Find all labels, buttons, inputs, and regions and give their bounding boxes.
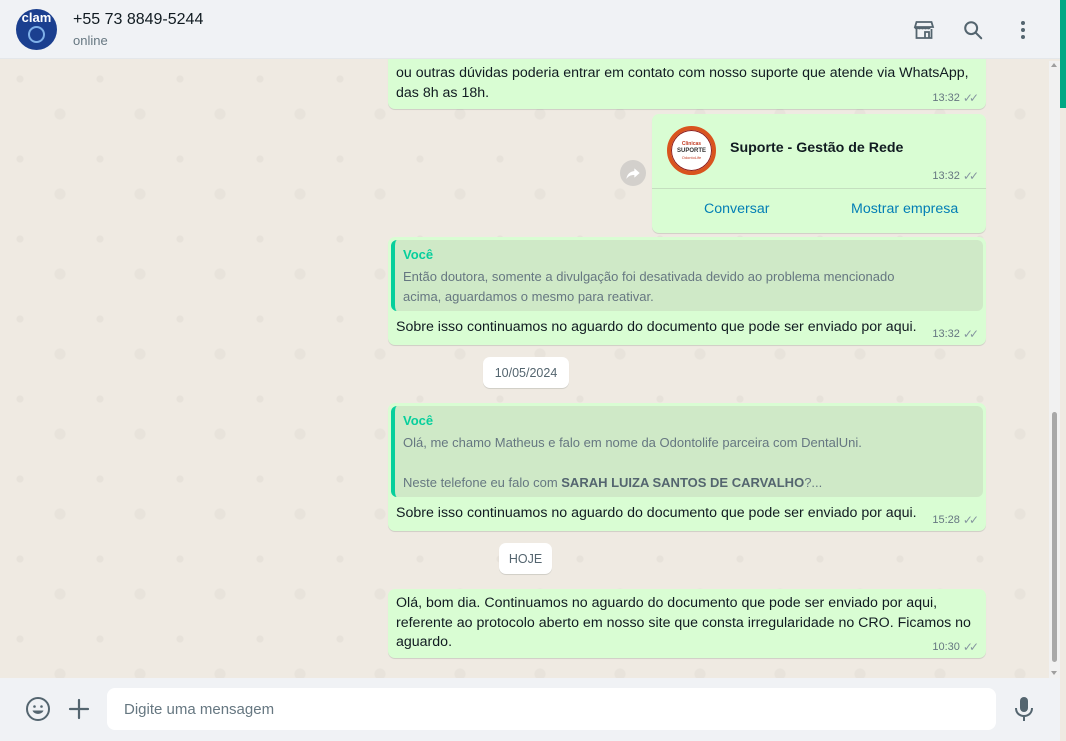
double-check-icon: ✓✓ [962,91,979,105]
double-check-icon: ✓✓ [962,513,979,527]
double-check-icon: ✓✓ [962,327,979,341]
scroll-up-arrow-icon[interactable] [1051,63,1057,67]
contact-name[interactable]: +55 73 8849-5244 [73,11,203,29]
message-meta: 13:32 ✓✓ [932,91,979,105]
chat-scrollbar[interactable] [1049,61,1060,678]
message-input[interactable] [107,688,996,730]
quoted-text: Neste telefone eu falo com [403,475,562,490]
emoji-icon[interactable] [24,695,52,723]
message-text: ou outras dúvidas poderia entrar em cont… [396,65,969,81]
message-meta: 15:28 ✓✓ [932,513,979,527]
quoted-text: Olá, me chamo Matheus e falo em nome da … [403,435,862,450]
microphone-icon[interactable] [1010,695,1038,723]
message-time: 13:32 [932,328,960,340]
double-check-icon: ✓✓ [962,640,979,654]
window-accent-bar [1060,0,1066,108]
avatar-logo-ring [28,26,45,43]
avatar-label: clam [21,10,52,25]
quoted-text-line: Neste telefone eu falo com SARAH LUIZA S… [403,473,822,493]
store-icon[interactable] [911,17,937,43]
chat-header[interactable]: clam +55 73 8849-5244 online [0,0,1060,59]
quoted-message[interactable]: Você Então doutora, somente a divulgação… [391,240,983,311]
message-bubble[interactable]: ou outras dúvidas poderia entrar em cont… [388,59,986,109]
message-time: 13:32 [932,170,960,182]
show-business-button[interactable]: Mostrar empresa [851,201,958,217]
logo-text: Clinicas [681,141,702,147]
quoted-message[interactable]: Você Olá, me chamo Matheus e falo em nom… [391,406,983,497]
conversation-panel[interactable]: ou outras dúvidas poderia entrar em cont… [0,59,1060,678]
message-text: referente ao protocolo aberto em nosso s… [396,614,971,631]
forward-icon [626,168,640,179]
business-card-title[interactable]: Suporte - Gestão de Rede [730,140,903,156]
message-text: Sobre isso continuamos no aguardo do doc… [396,319,917,335]
scrollbar-thumb[interactable] [1052,412,1057,662]
double-check-icon: ✓✓ [962,169,979,183]
date-separator: 10/05/2024 [483,357,569,388]
message-meta: 13:32 ✓✓ [932,169,979,183]
message-time: 13:32 [932,92,960,104]
logo-text: OdontoLife [681,155,702,160]
message-text: das 8h as 18h. [396,84,490,101]
quoted-text: acima, aguardamos o mesmo para reativar. [403,289,654,304]
menu-icon[interactable] [1010,17,1036,43]
card-divider [652,188,986,189]
message-meta: 10:30 ✓✓ [932,640,979,654]
search-icon[interactable] [960,17,986,43]
message-time: 15:28 [932,514,960,526]
compose-bar [0,678,1060,741]
message-text: aguardo. [396,634,453,650]
forward-button[interactable] [620,160,646,186]
quoted-contact-name: SARAH LUIZA SANTOS DE CARVALHO [561,475,805,490]
scroll-down-arrow-icon[interactable] [1051,671,1057,675]
quoted-author: Você [403,247,434,262]
quoted-author: Você [403,413,434,428]
business-logo: Clinicas SUPORTE OdontoLife [667,126,716,175]
message-text: Sobre isso continuamos no aguardo do doc… [396,505,917,521]
quoted-text: Então doutora, somente a divulgação foi … [403,269,895,284]
message-bubble[interactable]: Olá, bom dia. Continuamos no aguardo do … [388,589,986,658]
message-bubble[interactable]: Você Olá, me chamo Matheus e falo em nom… [388,403,986,531]
business-card-message[interactable]: Clinicas SUPORTE OdontoLife Suporte - Ge… [652,114,986,233]
conversar-button[interactable]: Conversar [704,201,769,217]
contact-status: online [73,33,108,48]
message-time: 10:30 [932,641,960,653]
logo-text: SUPORTE [676,148,706,154]
quoted-text: ?... [804,475,823,490]
message-meta: 13:32 ✓✓ [932,327,979,341]
avatar[interactable]: clam [16,9,57,50]
date-separator: HOJE [499,543,552,574]
message-bubble[interactable]: Você Então doutora, somente a divulgação… [388,237,986,345]
message-text: Olá, bom dia. Continuamos no aguardo do … [396,595,938,611]
plus-icon[interactable] [65,695,93,723]
